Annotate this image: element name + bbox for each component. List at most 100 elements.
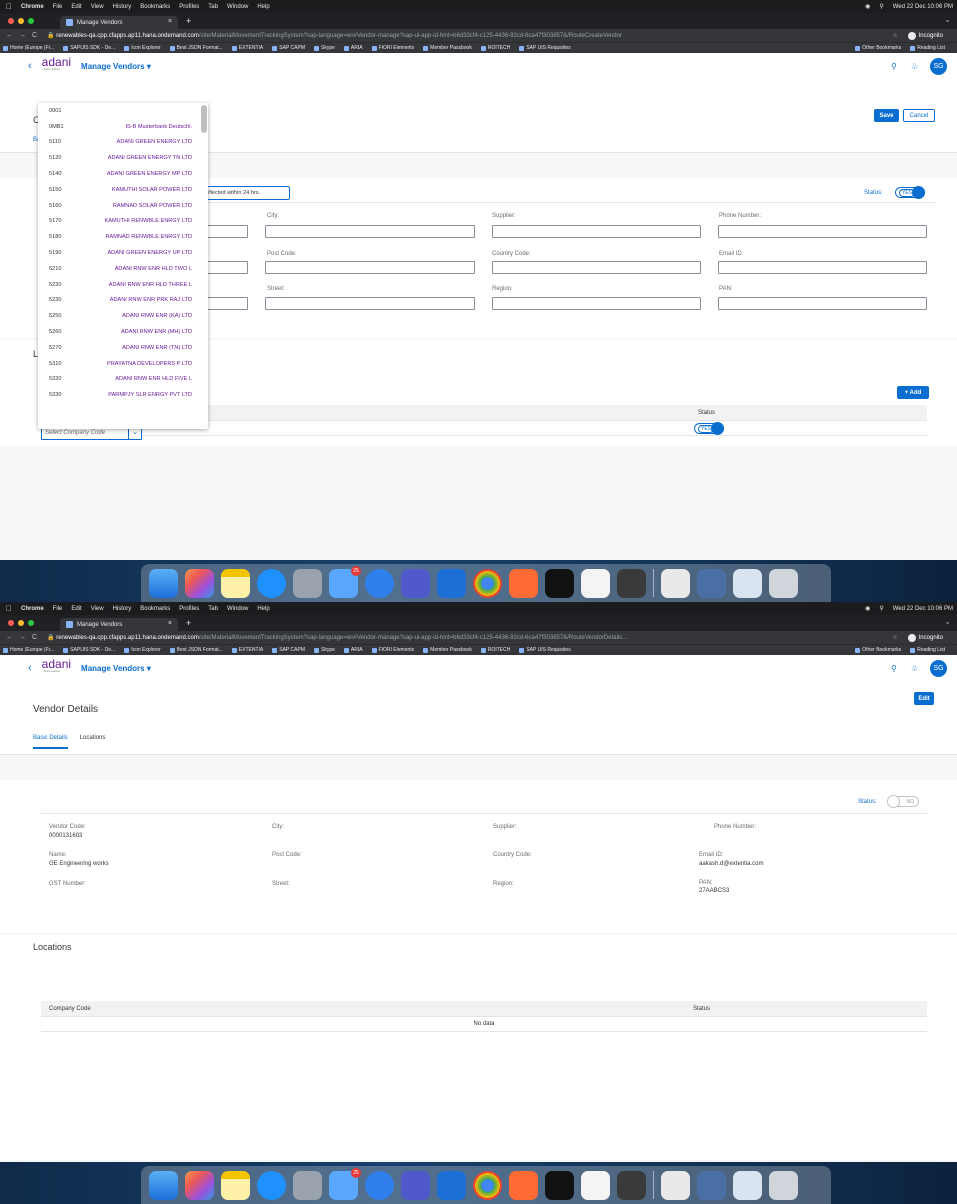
app-icon[interactable] (437, 568, 466, 598)
reload-icon[interactable]: C (32, 32, 37, 39)
mail-icon[interactable]: 25 (329, 565, 361, 598)
textedit-icon[interactable] (661, 1170, 690, 1200)
trash-icon[interactable] (769, 1170, 798, 1200)
reading-list[interactable]: Reading List (910, 647, 945, 653)
avatar[interactable]: SG (930, 58, 947, 75)
bookmark-item[interactable]: SAPUIS SDK - De... (63, 45, 115, 51)
menu-profiles[interactable]: Profiles (179, 606, 199, 612)
skype-icon[interactable] (257, 568, 286, 598)
star-icon[interactable]: ☆ (892, 32, 897, 39)
dropdown-option[interactable]: 5180 RAMNAD RENWBLE ENRGY LTD (38, 229, 208, 245)
menu-edit[interactable]: Edit (71, 4, 81, 10)
dropdown-option[interactable]: 5150 KAMUTHI SOLAR POWER LTD (38, 182, 208, 198)
spotlight-icon[interactable]: ⚲ (879, 605, 883, 612)
incognito-indicator[interactable]: Incognito (907, 31, 943, 40)
other-bookmarks[interactable]: Other Bookmarks (855, 647, 901, 653)
bookmark-item[interactable]: Member Passbook (423, 45, 472, 51)
status-switch[interactable]: YES (895, 186, 925, 199)
bell-icon[interactable]: ♧ (911, 664, 918, 673)
incognito-indicator[interactable]: Incognito (907, 633, 943, 642)
notes-icon[interactable] (221, 1170, 250, 1200)
chevron-down-icon[interactable]: ⌄ (128, 428, 141, 439)
bookmark-item[interactable]: SAP UIS Requisites (519, 45, 570, 51)
dropdown-option[interactable]: 0MB1 IS-B Musterbank Deutschl. (38, 119, 208, 135)
trash-icon[interactable] (769, 568, 798, 598)
search-icon[interactable]: ⚲ (891, 664, 897, 673)
menu-bookmarks[interactable]: Bookmarks (140, 4, 170, 10)
menu-help[interactable]: Help (257, 606, 269, 612)
dropdown-option[interactable]: 5320 ADANI RNW ENR HLD FIVE L (38, 372, 208, 388)
system-preferences-icon[interactable] (293, 568, 322, 598)
region-input[interactable] (492, 297, 701, 310)
street-input[interactable] (265, 297, 475, 310)
bookmark-item[interactable]: Skype (314, 647, 335, 653)
close-window-icon[interactable] (8, 18, 14, 24)
post-code-input[interactable] (265, 261, 475, 274)
bookmark-item[interactable]: Home (Europe (Fr... (3, 647, 54, 653)
bookmark-item[interactable]: FIORI Elements (372, 45, 415, 51)
bookmark-item[interactable]: Icon Explorer (124, 647, 160, 653)
menu-edit[interactable]: Edit (71, 606, 81, 612)
spotlight-icon[interactable]: ⚲ (879, 3, 883, 10)
close-tab-icon[interactable]: × (168, 620, 172, 627)
dropdown-option[interactable]: 5260 ADANI RNW ENR (MH) LTD (38, 324, 208, 340)
menu-history[interactable]: History (113, 4, 132, 10)
back-nav-icon[interactable]: ‹ (28, 662, 32, 674)
editor-icon[interactable] (509, 1170, 538, 1200)
email-input[interactable] (718, 261, 927, 274)
reload-icon[interactable]: C (32, 634, 37, 641)
window-thumbnail-icon[interactable] (733, 568, 762, 598)
close-tab-icon[interactable]: × (168, 18, 172, 25)
country-code-input[interactable] (492, 261, 701, 274)
other-bookmarks[interactable]: Other Bookmarks (855, 45, 901, 51)
bookmark-item[interactable]: Skype (314, 45, 335, 51)
menu-view[interactable]: View (91, 4, 104, 10)
maximize-window-icon[interactable] (28, 620, 34, 626)
back-nav-icon[interactable]: ‹ (28, 60, 32, 72)
wifi-icon[interactable]: ◉ (865, 3, 870, 10)
menu-help[interactable]: Help (257, 4, 269, 10)
app-title-menu[interactable]: Manage Vendors ▾ (81, 62, 151, 71)
finder-icon[interactable] (149, 1170, 178, 1200)
teams-icon[interactable] (401, 568, 430, 598)
forward-icon[interactable]: → (19, 32, 26, 39)
url-field[interactable]: 🔒 renewables-qa.cpp.cfapps.ap11.hana.ond… (47, 634, 892, 641)
close-window-icon[interactable] (8, 620, 14, 626)
new-tab-icon[interactable]: + (186, 16, 191, 26)
dropdown-option[interactable]: 0001 (38, 103, 208, 119)
star-icon[interactable]: ☆ (892, 634, 897, 641)
clock-text[interactable]: Wed 22 Dec 10:06 PM (893, 4, 953, 10)
document-icon[interactable] (581, 568, 610, 598)
bookmark-item[interactable]: Home (Europe (Fr... (3, 45, 54, 51)
bookmark-item[interactable]: SAP UIS Requisites (519, 647, 570, 653)
dropdown-option[interactable]: 5120 ADANI GREEN ENERGY TN LTD (38, 150, 208, 166)
city-input[interactable] (265, 225, 475, 238)
wifi-icon[interactable]: ◉ (865, 605, 870, 612)
dropdown-option[interactable]: 5110 ADANI GREEN ENERGY LTD (38, 135, 208, 151)
terminal-icon[interactable] (545, 1170, 574, 1200)
app-icon[interactable] (437, 1170, 466, 1200)
menu-file[interactable]: File (53, 606, 63, 612)
bookmark-item[interactable]: Icon Explorer (124, 45, 160, 51)
minimize-window-icon[interactable] (18, 18, 24, 24)
bookmark-item[interactable]: ARIA (344, 647, 363, 653)
system-preferences-icon[interactable] (293, 1170, 322, 1200)
menu-window[interactable]: Window (227, 606, 248, 612)
bookmark-item[interactable]: SAPUIS SDK - De... (63, 647, 115, 653)
bookmark-item[interactable]: Member Passbook (423, 647, 472, 653)
preview-icon[interactable] (697, 1170, 726, 1200)
dropdown-option[interactable]: 5220 ADANI RNW ENR HLD THREE L (38, 277, 208, 293)
tab-search-icon[interactable]: ⌄ (944, 15, 951, 24)
chrome-icon[interactable] (473, 1170, 502, 1200)
cancel-button[interactable]: Cancel (903, 109, 935, 122)
avatar[interactable]: SG (930, 660, 947, 677)
menu-app-name[interactable]: Chrome (21, 606, 44, 612)
safari-icon[interactable] (365, 1170, 394, 1200)
browser-tab[interactable]: Manage Vendors × (60, 618, 178, 631)
phone-input[interactable] (718, 225, 927, 238)
dropdown-option[interactable]: 5250 ADANI RNW ENR (KA) LTD (38, 308, 208, 324)
pan-input[interactable] (718, 297, 927, 310)
menu-tab[interactable]: Tab (208, 4, 218, 10)
apple-icon[interactable]:  (6, 2, 12, 11)
dropdown-option[interactable]: 5270 ADANI RNW ENR (TN) LTD (38, 340, 208, 356)
